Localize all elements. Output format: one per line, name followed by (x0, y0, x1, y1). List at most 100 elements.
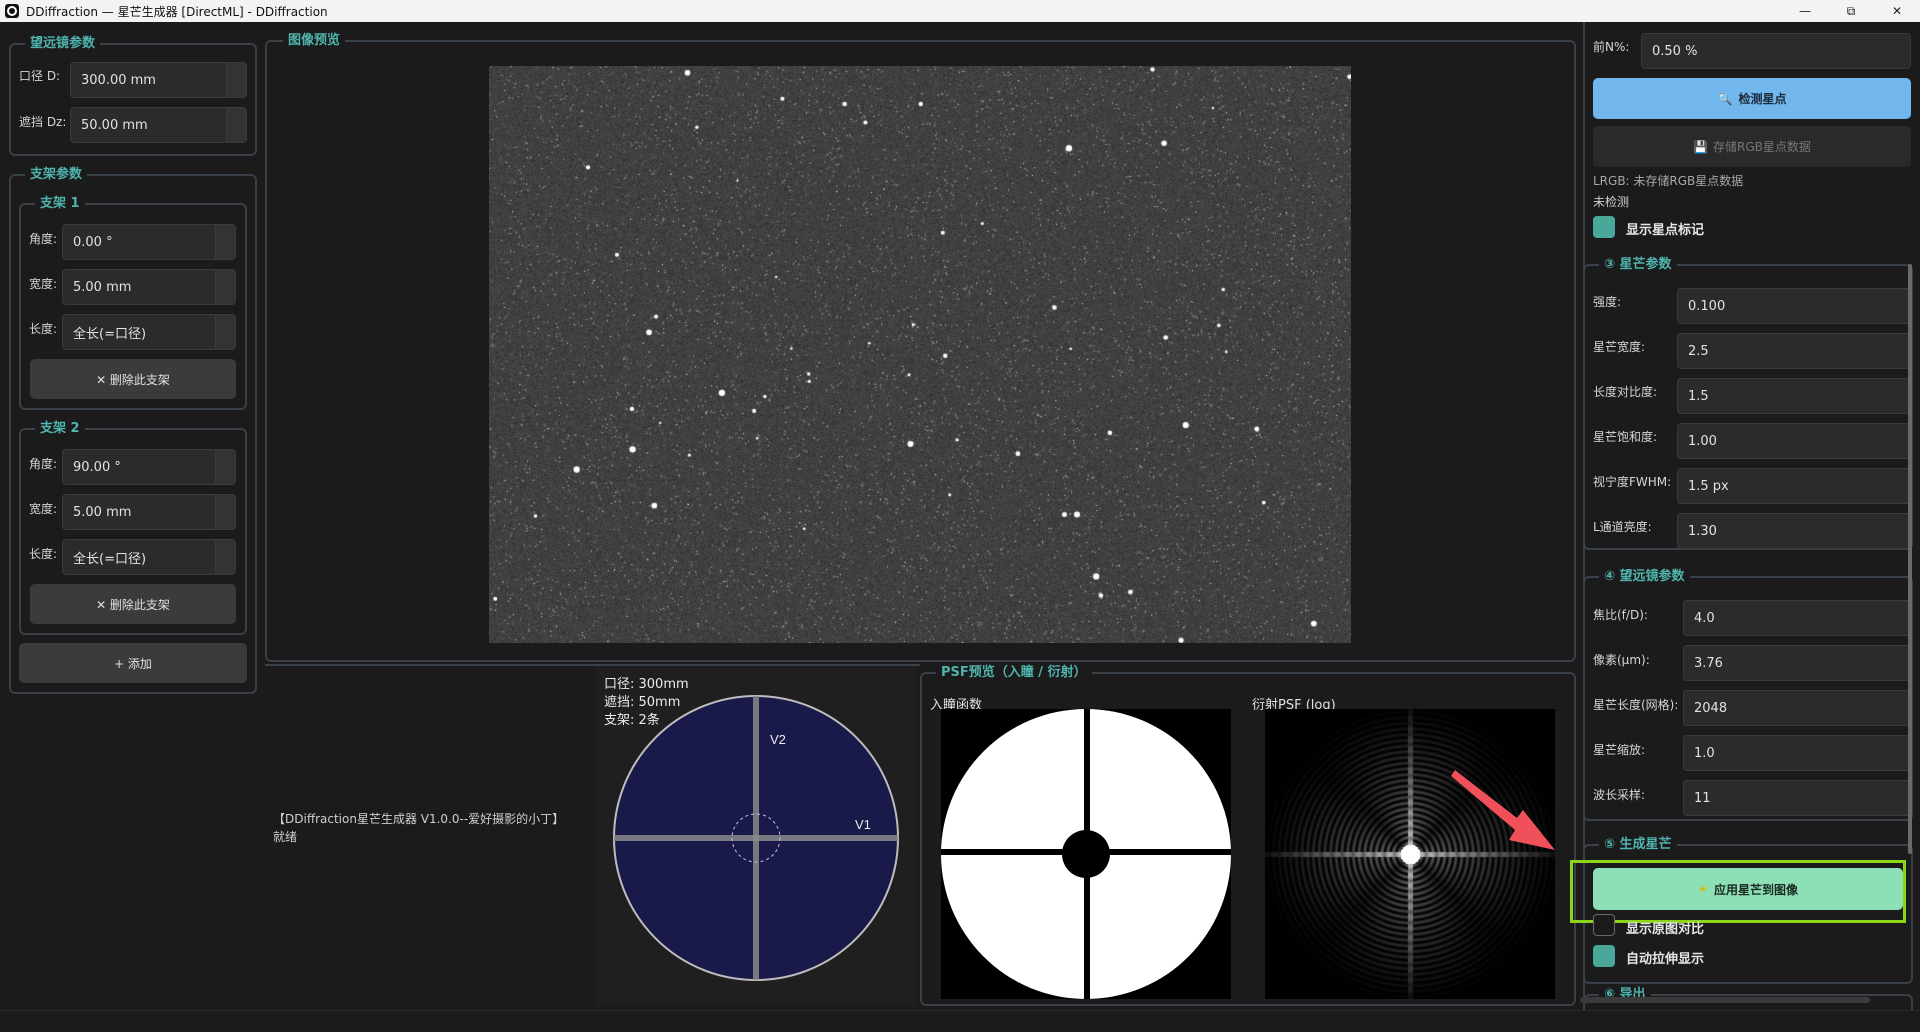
vane-1-length-value: 全长(=口径) (73, 326, 147, 342)
vane-2-angle-label: 角度: (29, 457, 58, 471)
preview-group-title: 图像预览 (283, 32, 346, 50)
detect-stars-label: 检测星点 (1738, 92, 1787, 106)
show-marks-checkbox[interactable] (1593, 216, 1615, 238)
length-contrast-label: 长度对比度: (1593, 385, 1658, 399)
focal-ratio-input[interactable]: 4.0 (1683, 600, 1911, 636)
aperture-diagram: V2 V1 (613, 695, 899, 981)
obstruction-input[interactable]: 50.00 mm (70, 107, 247, 143)
save-rgb-button[interactable]: 💾 存储RGB星点数据 (1593, 126, 1911, 167)
telescope-group-title: 望远镜参数 (25, 35, 101, 53)
pixel-size-label: 像素(μm): (1593, 653, 1650, 667)
star-image-canvas (489, 66, 1351, 643)
detect-status: 未检测 (1593, 195, 1630, 209)
close-button[interactable]: ✕ (1874, 0, 1920, 22)
pixel-size-input[interactable]: 3.76 (1683, 645, 1911, 681)
vane-2-angle-input[interactable]: 90.00 ° (62, 449, 236, 485)
vane-1-width-label: 宽度: (29, 277, 58, 291)
vane-2-length-label: 长度: (29, 547, 58, 561)
app-icon (5, 4, 19, 18)
spike-width-label: 星芒宽度: (1593, 340, 1646, 354)
vane-1-delete-button[interactable]: ✕ 删除此支架 (30, 359, 236, 399)
status-title-line: 【DDiffraction星芒生成器 V1.0.0--爱好摄影的小丁】 (273, 812, 565, 826)
aperture-spinner[interactable] (226, 63, 246, 97)
pixel-size-value: 3.76 (1694, 655, 1723, 671)
vane-2-width-input[interactable]: 5.00 mm (62, 494, 236, 530)
l-channel-value: 1.30 (1688, 523, 1717, 539)
vane-2-title: 支架 2 (35, 420, 85, 438)
spike-length-value: 2048 (1694, 700, 1728, 716)
spike-width-input[interactable]: 2.5 (1677, 333, 1911, 369)
intensity-label: 强度: (1593, 295, 1622, 309)
vane-1-width-input[interactable]: 5.00 mm (62, 269, 236, 305)
autostretch-checkbox[interactable] (1593, 945, 1615, 967)
vane-v2-label: V2 (770, 732, 786, 747)
aperture-value: 300.00 mm (81, 72, 156, 88)
wavelength-samples-value: 11 (1694, 790, 1711, 806)
right-panel-scrollbar[interactable] (1908, 264, 1912, 854)
obstruction-label: 遮挡 Dz: (19, 115, 67, 129)
status-panel: 【DDiffraction星芒生成器 V1.0.0--爱好摄影的小丁】 就绪 (265, 666, 595, 1006)
vane-2-angle-spinner[interactable] (215, 450, 235, 484)
compare-label[interactable]: 显示原图对比 (1626, 918, 1704, 937)
topn-input[interactable]: 0.50 % (1641, 33, 1911, 69)
save-rgb-label: 存储RGB星点数据 (1713, 140, 1811, 154)
vane-1-width-spinner[interactable] (215, 270, 235, 304)
spike-length-label: 星芒长度(网格): (1593, 698, 1679, 712)
vane-2-width-spinner[interactable] (215, 495, 235, 529)
generate-title: ⑤ 生成星芒 (1599, 836, 1677, 854)
save-icon: 💾 (1693, 139, 1709, 154)
vane-1-length-dropdown[interactable] (215, 315, 235, 349)
focal-ratio-value: 4.0 (1694, 610, 1715, 626)
intensity-input[interactable]: 0.100 (1677, 288, 1911, 324)
vane-2-delete-button[interactable]: ✕ 删除此支架 (30, 584, 236, 624)
show-marks-label[interactable]: 显示星点标记 (1626, 219, 1704, 238)
spike-scale-input[interactable]: 1.0 (1683, 735, 1911, 771)
sparkle-icon: ✴ (1697, 882, 1709, 896)
vane-2-angle-value: 90.00 ° (73, 459, 121, 475)
vane-2-length-dropdown[interactable] (215, 540, 235, 574)
autostretch-label[interactable]: 自动拉伸显示 (1626, 948, 1704, 967)
apply-spikes-button[interactable]: ✴ 应用星芒到图像 (1593, 868, 1903, 910)
psf-group-title: PSF预览（入瞳 / 衍射） (936, 664, 1092, 682)
vane-2-width-label: 宽度: (29, 502, 58, 516)
spike-length-input[interactable]: 2048 (1683, 690, 1911, 726)
vane-v2-bar (753, 696, 759, 980)
l-channel-input[interactable]: 1.30 (1677, 513, 1911, 549)
aperture-diagram-panel: 口径: 300mm 遮挡: 50mm 支架: 2条 V2 V1 (595, 666, 917, 1006)
status-ready-line: 就绪 (273, 830, 298, 844)
obstruction-value: 50.00 mm (81, 117, 148, 133)
lrgb-status: LRGB: 未存储RGB星点数据 (1593, 174, 1744, 188)
aperture-input[interactable]: 300.00 mm (70, 62, 247, 98)
vane-2-length-select[interactable]: 全长(=口径) (62, 539, 236, 575)
vane-1-angle-value: 0.00 ° (73, 234, 113, 250)
saturation-label: 星芒饱和度: (1593, 430, 1658, 444)
search-icon: 🔍 (1717, 91, 1733, 106)
compare-checkbox[interactable] (1593, 914, 1615, 936)
saturation-input[interactable]: 1.00 (1677, 423, 1911, 459)
maximize-button[interactable]: ⧉ (1828, 0, 1874, 22)
horizontal-scrollbar[interactable] (1580, 997, 1870, 1003)
minimize-button[interactable]: — (1782, 0, 1828, 22)
status-bar (0, 1010, 1920, 1032)
obstruction-spinner[interactable] (226, 108, 246, 142)
apply-spikes-label: 应用星芒到图像 (1714, 882, 1799, 897)
spike-params-title: ③ 星芒参数 (1599, 256, 1677, 274)
length-contrast-input[interactable]: 1.5 (1677, 378, 1911, 414)
length-contrast-value: 1.5 (1688, 388, 1709, 404)
seeing-fwhm-input[interactable]: 1.5 px (1677, 468, 1911, 504)
vane-1-length-select[interactable]: 全长(=口径) (62, 314, 236, 350)
detect-stars-button[interactable]: 🔍 检测星点 (1593, 78, 1911, 119)
vane-1-angle-spinner[interactable] (215, 225, 235, 259)
wavelength-samples-input[interactable]: 11 (1683, 780, 1911, 816)
star-image-preview[interactable] (489, 66, 1351, 643)
vane-1-angle-label: 角度: (29, 232, 58, 246)
pupil-function-image (941, 709, 1231, 999)
intensity-value: 0.100 (1688, 298, 1726, 314)
pupil-obstruction (1062, 830, 1110, 878)
spike-width-value: 2.5 (1688, 343, 1709, 359)
scope-params-title: ④ 望远镜参数 (1599, 568, 1690, 586)
vane-1-angle-input[interactable]: 0.00 ° (62, 224, 236, 260)
vane-1-length-label: 长度: (29, 322, 58, 336)
add-vane-button[interactable]: + 添加 (19, 643, 247, 683)
vane-1-title: 支架 1 (35, 195, 85, 213)
